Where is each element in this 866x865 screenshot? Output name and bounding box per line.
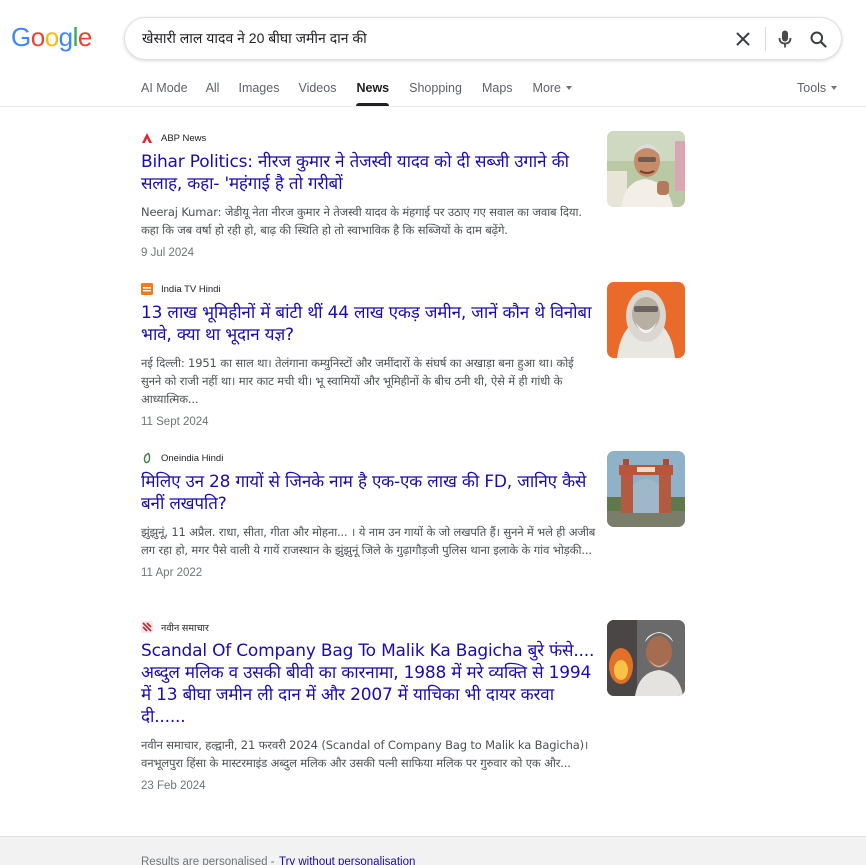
result-snippet: Neeraj Kumar: जेडीयू नेता नीरज कुमार ने … [141,205,582,237]
logo-letter-3: o [44,22,59,52]
tab-label: Shopping [409,81,462,95]
tab-label: Images [238,81,280,95]
result-date: 11 Apr 2022 [141,567,203,579]
news-result: नवीन समाचार Scandal Of Company Bag To Ma… [141,620,686,792]
result-source[interactable]: Oneindia Hindi [141,451,686,465]
source-name: India TV Hindi [161,283,221,295]
oneindia-icon [141,452,153,464]
result-title[interactable]: Bihar Politics: नीरज कुमार ने तेजस्वी या… [141,151,596,195]
logo-letter-4: g [58,22,73,52]
tab-maps[interactable]: Maps [482,80,513,106]
politician-photo [607,131,685,207]
search-input[interactable] [142,18,722,59]
naveen-samachar-icon [141,621,153,633]
news-result: Oneindia Hindi मिलिए उन 28 गायों से जिनक… [141,451,686,579]
abp-news-icon [141,132,153,144]
result-date: 23 Feb 2024 [141,780,206,792]
caret-down-icon [831,85,838,90]
tab-label: All [205,81,220,95]
gate-photo [607,451,685,527]
tab-ai-mode[interactable]: AI Mode [141,80,188,106]
result-thumbnail[interactable] [607,620,685,696]
result-title[interactable]: Scandal Of Company Bag To Malik Ka Bagic… [141,640,596,728]
result-snippet: झुंझुनूं, 11 अप्रैल. राधा, सीता, गीता और… [141,525,596,557]
personalisation-text: Results are personalised [141,856,268,865]
result-title[interactable]: 13 लाख भूमिहीनों में बांटी थीं 44 लाख एक… [141,302,596,346]
result-thumbnail[interactable] [607,282,685,358]
search-icon [810,31,827,48]
news-result: ABP News Bihar Politics: नीरज कुमार ने त… [141,131,686,259]
tab-images[interactable]: Images [238,80,279,106]
result-date: 9 Jul 2024 [141,247,195,259]
tools-button[interactable]: Tools [797,81,838,95]
tab-label: Maps [481,81,513,95]
close-icon [736,32,750,46]
source-name: ABP News [161,132,207,144]
result-snippet: नवीन समाचार, हल्द्वानी, 21 फरवरी 2024 (S… [141,738,589,770]
personalisation-notice: Results are personalised - [141,856,275,865]
voice-search-button[interactable] [775,28,795,50]
result-thumbnail[interactable] [607,451,685,527]
tab-label: Videos [298,81,337,95]
tab-videos[interactable]: Videos [298,80,336,106]
tab-label: AI Mode [141,81,188,95]
tab-news[interactable]: News [356,80,389,106]
tools-label: Tools [797,81,827,95]
logo-letter-1: G [11,22,31,52]
result-title[interactable]: मिलिए उन 28 गायों से जिनके नाम है एक-एक … [141,471,596,515]
search-button[interactable] [807,28,829,50]
result-snippet: नई दिल्ली: 1951 का साल था। तेलंगाना कम्य… [141,356,574,406]
result-source[interactable]: India TV Hindi [141,282,686,296]
caret-down-icon [566,85,573,90]
tab-shopping[interactable]: Shopping [409,80,462,106]
result-source[interactable]: नवीन समाचार [141,620,686,634]
google-logo[interactable]: Google [11,22,92,53]
source-name: नवीन समाचार [161,622,209,634]
clear-search-button[interactable] [733,29,753,49]
result-thumbnail[interactable] [607,131,685,207]
india-tv-icon [141,283,153,295]
news-result: India TV Hindi 13 लाख भूमिहीनों में बांट… [141,282,686,428]
man-fire-photo [607,620,685,696]
logo-letter-2: o [30,22,45,52]
search-tabs: AI Mode All Images Videos News Shopping … [141,80,573,106]
logo-letter-6: e [77,22,92,52]
search-box [124,17,842,60]
vinoba-bhave-portrait [607,282,685,358]
result-source[interactable]: ABP News [141,131,686,145]
tab-label: News [356,81,390,95]
search-divider [765,27,766,51]
tab-label: More [532,81,562,95]
try-without-personalisation-link[interactable]: Try without personalisation [279,856,415,865]
result-date: 11 Sept 2024 [141,416,209,428]
microphone-icon [778,30,792,48]
header-divider [0,106,866,107]
tab-more[interactable]: More [532,80,573,106]
source-name: Oneindia Hindi [161,452,224,464]
footer: Results are personalised - Try without p… [0,836,866,865]
tab-all[interactable]: All [206,80,220,106]
footer-dash: - [270,856,275,865]
